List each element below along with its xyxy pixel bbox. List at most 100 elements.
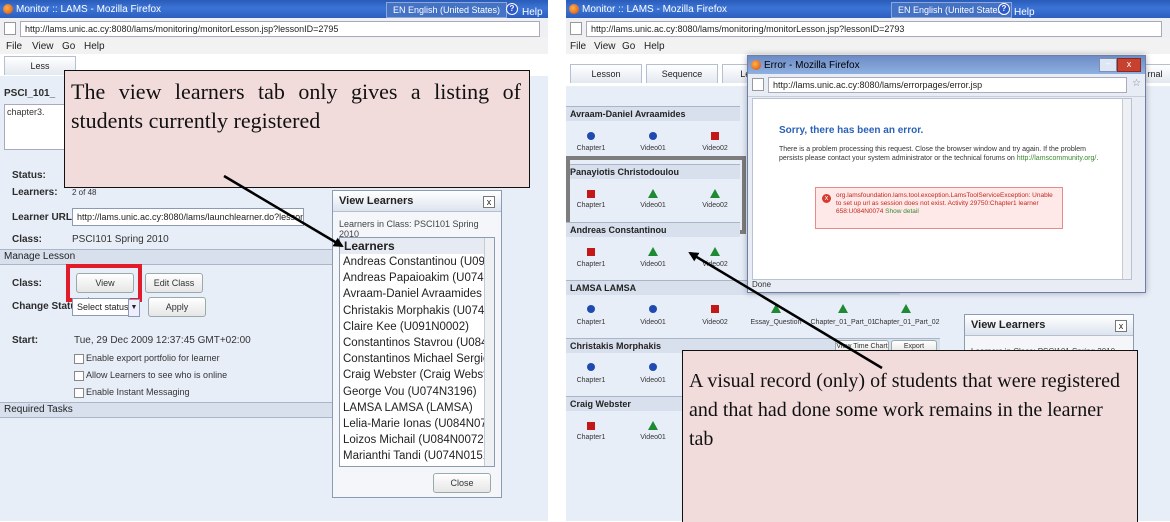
learner-list-item[interactable]: Constantinos Stavrou (U084N1238 — [340, 335, 494, 351]
popup-close-button[interactable]: Close — [433, 473, 491, 493]
learner-list-item[interactable]: Niovi Christodoulou (U082N0151) — [340, 465, 494, 466]
checkbox-export-portfolio[interactable] — [74, 354, 84, 364]
callout-view-learners: The view learners tab only gives a listi… — [64, 70, 530, 188]
activity-not-started-icon[interactable] — [838, 304, 848, 313]
menu-help[interactable]: Help — [84, 41, 105, 52]
activity-not-started-icon[interactable] — [648, 247, 658, 256]
activity-label: Chapter1 — [576, 202, 606, 209]
menu-go[interactable]: Go — [622, 41, 635, 52]
activity-completed-icon[interactable] — [587, 363, 595, 371]
menu-view[interactable]: View — [594, 41, 616, 52]
activity-not-started-icon[interactable] — [710, 189, 720, 198]
learner-list-item[interactable]: Christakis Morphakis (U074N0312) — [340, 303, 494, 319]
menu-help[interactable]: Help — [644, 41, 665, 52]
learner-list-item[interactable]: Marianthi Tandi (U074N0151) — [340, 448, 494, 464]
menu-go[interactable]: Go — [62, 41, 75, 52]
show-detail-link[interactable]: Show detail — [885, 208, 919, 215]
popup-close-icon[interactable]: x — [483, 196, 495, 208]
help-button[interactable]: ? Help — [998, 3, 1035, 18]
manage-lesson-header: Manage Lesson — [0, 249, 334, 265]
activity-completed-icon[interactable] — [587, 305, 595, 313]
learner-list-item[interactable]: Claire Kee (U091N0002) — [340, 319, 494, 335]
learner-list-item[interactable]: LAMSA LAMSA (LAMSA) — [340, 400, 494, 416]
activity-not-started-icon[interactable] — [710, 247, 720, 256]
activity-label: Video02 — [702, 261, 728, 268]
activity-label: Video01 — [640, 319, 666, 326]
activity-not-started-icon[interactable] — [648, 189, 658, 198]
popup-title: View Learners — [333, 191, 501, 212]
activity-not-started-icon[interactable] — [771, 304, 781, 313]
menu-file[interactable]: File — [6, 41, 22, 52]
learner-list-item[interactable]: Andreas Constantinou (U094N0257 — [340, 254, 494, 270]
lesson-description-box: chapter3. — [4, 104, 66, 150]
activity-label: Chapter1 — [576, 145, 606, 152]
activity-current-icon[interactable] — [587, 190, 595, 198]
checkbox-export-portfolio-label: Enable export portfolio for learner — [86, 353, 220, 363]
activity-label: Essay_Question — [750, 319, 802, 326]
activity-completed-icon[interactable] — [587, 132, 595, 140]
menu-view[interactable]: View — [32, 41, 54, 52]
activity-current-icon[interactable] — [711, 305, 719, 313]
class-label-2: Class: — [12, 278, 43, 289]
language-selector[interactable]: EN English (United States) — [386, 2, 508, 18]
activity-completed-icon[interactable] — [649, 305, 657, 313]
error-url-field[interactable]: http://lams.unic.ac.cy:8080/lams/errorpa… — [768, 77, 1127, 93]
learner-list-item[interactable]: Andreas Papaioakim (U074N1726) — [340, 270, 494, 286]
checkbox-learners-online[interactable] — [74, 371, 84, 381]
popup-close-icon[interactable]: x — [1115, 320, 1127, 332]
bookmark-star-icon[interactable]: ☆ — [1132, 78, 1141, 89]
left-screenshot: Monitor :: LAMS - Mozilla Firefox EN Eng… — [0, 0, 548, 521]
status-bar: Done — [752, 280, 772, 289]
activity-current-icon[interactable] — [587, 422, 595, 430]
activity-label: Video01 — [640, 202, 666, 209]
tab-sequence[interactable]: Sequence — [646, 64, 718, 83]
status-label: Status: — [12, 170, 46, 181]
status-select[interactable]: Select status — [72, 298, 130, 316]
activity-completed-icon[interactable] — [649, 363, 657, 371]
error-window: Error - Mozilla Firefox – x http://lams.… — [747, 55, 1146, 293]
learner-list-item[interactable]: Avraam-Daniel Avraamides (A101N — [340, 286, 494, 302]
learner-row-name: Andreas Constantinou — [566, 222, 740, 237]
close-icon[interactable]: x — [1117, 58, 1141, 72]
url-field[interactable]: http://lams.unic.ac.cy:8080/lams/monitor… — [20, 21, 540, 37]
exception-text: org.lamsfoundation.lams.tool.exception.L… — [836, 192, 1053, 215]
learners-value: 2 of 48 — [72, 188, 97, 197]
edit-class-button[interactable]: Edit Class — [145, 273, 203, 293]
activity-label: Chapter1 — [576, 261, 606, 268]
learner-list[interactable]: Learners Andreas Constantinou (U094N0257… — [339, 237, 495, 467]
learner-list-item[interactable]: Constantinos Michael Sergiou (U09 — [340, 351, 494, 367]
exception-box: x org.lamsfoundation.lams.tool.exception… — [815, 187, 1063, 229]
activity-current-icon[interactable] — [587, 248, 595, 256]
forum-link[interactable]: http://lamscommunity.org/ — [1017, 155, 1097, 162]
activity-current-icon[interactable] — [711, 132, 719, 140]
url-field[interactable]: http://lams.unic.ac.cy:8080/lams/monitor… — [586, 21, 1162, 37]
required-tasks-header: Required Tasks — [0, 402, 334, 418]
activity-not-started-icon[interactable] — [901, 304, 911, 313]
right-screenshot: Monitor :: LAMS - Mozilla Firefox EN Eng… — [566, 0, 1170, 522]
activity-completed-icon[interactable] — [649, 132, 657, 140]
activity-label: Chapter_01_Part_01 — [810, 319, 876, 326]
learner-list-item[interactable]: Craig Webster (Craig Webster) — [340, 367, 494, 383]
help-icon: ? — [998, 3, 1010, 15]
error-scrollbar[interactable] — [1122, 99, 1131, 279]
error-message: There is a problem processing this reque… — [779, 146, 1099, 162]
learner-list-item[interactable]: Lelia-Marie Ionas (U084N0705) — [340, 416, 494, 432]
learner-list-item[interactable]: Loizos Michail (U084N0072) — [340, 432, 494, 448]
help-button[interactable]: ? Help — [506, 3, 543, 18]
page-icon — [752, 78, 764, 91]
page-icon — [570, 22, 582, 35]
apply-button[interactable]: Apply — [148, 297, 206, 317]
language-selector[interactable]: EN English (United States) — [891, 2, 1013, 18]
list-scrollbar[interactable] — [484, 238, 494, 466]
menu-file[interactable]: File — [570, 41, 586, 52]
activity-not-started-icon[interactable] — [648, 421, 658, 430]
minimize-icon[interactable]: – — [1099, 58, 1117, 72]
window-title: Monitor :: LAMS - Mozilla Firefox — [16, 4, 162, 15]
checkbox-instant-messaging[interactable] — [74, 388, 84, 398]
activity-label: Chapter1 — [576, 434, 606, 441]
tab-lesson[interactable]: Lesson — [570, 64, 642, 83]
select-chevron-icon[interactable]: ▼ — [128, 299, 140, 317]
learner-list-item[interactable]: George Vou (U074N3196) — [340, 384, 494, 400]
learner-url-field[interactable]: http://lams.unic.ac.cy:8080/lams/launchl… — [72, 208, 304, 226]
start-label: Start: — [12, 335, 39, 346]
